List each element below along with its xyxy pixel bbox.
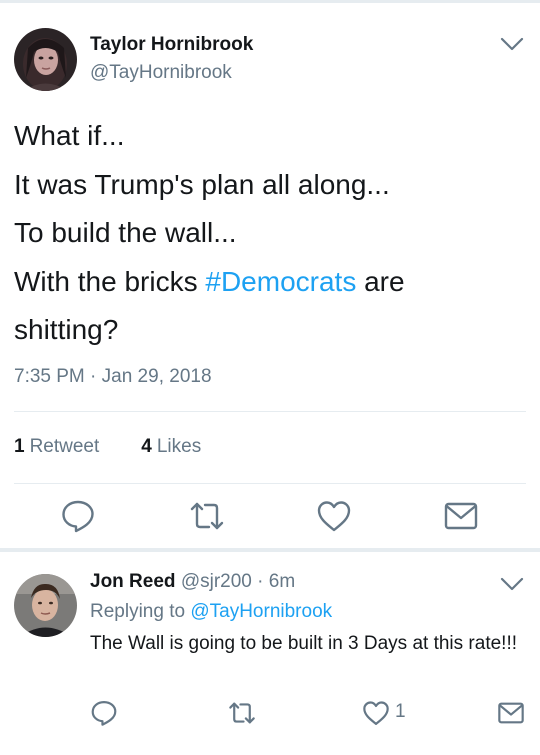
reply-icon[interactable] <box>90 699 118 727</box>
like-label: Likes <box>156 436 202 457</box>
mention-link[interactable]: @TayHornibrook <box>190 601 332 622</box>
tweet-line-segment: With the bricks <box>14 265 206 297</box>
avatar[interactable] <box>14 28 77 91</box>
reply-author-name[interactable]: Jon Reed <box>90 571 176 592</box>
reply-time: · 6m <box>257 571 296 592</box>
tweet-text: What if... It was Trump's plan all along… <box>14 112 524 355</box>
replying-to-prefix: Replying to <box>90 601 191 622</box>
main-tweet: Taylor Hornibrook @TayHornibrook What if… <box>0 0 540 548</box>
tweet-line-segment: are <box>356 265 405 297</box>
thread-separator <box>0 548 540 552</box>
reply-avatar[interactable] <box>14 574 77 637</box>
retweet-stat[interactable]: 1 Retweet <box>14 436 99 458</box>
chevron-down-icon[interactable] <box>499 34 525 54</box>
envelope-icon[interactable] <box>443 498 479 534</box>
like-stat[interactable]: 4 Likes <box>141 436 201 458</box>
retweet-count: 1 <box>14 436 25 457</box>
author-name[interactable]: Taylor Hornibrook <box>90 34 253 56</box>
like-count: 4 <box>141 436 152 457</box>
replying-to: Replying to @TayHornibrook <box>90 601 332 623</box>
chevron-down-icon[interactable] <box>499 574 525 594</box>
tweet-line: It was Trump's plan all along... <box>14 168 390 200</box>
heart-icon[interactable] <box>362 699 390 727</box>
tweet-line: To build the wall... <box>14 217 237 248</box>
reply-icon[interactable] <box>60 498 96 534</box>
hashtag-link[interactable]: #Democrats <box>205 266 356 297</box>
tweet-line: What if... <box>14 120 125 151</box>
envelope-icon[interactable] <box>497 699 525 727</box>
reply-like-count: 1 <box>395 701 406 722</box>
tweet-line: shitting? <box>14 314 119 345</box>
retweet-icon[interactable] <box>228 699 256 727</box>
divider <box>14 483 526 484</box>
heart-icon[interactable] <box>316 498 352 534</box>
reply-text: The Wall is going to be built in 3 Days … <box>90 633 517 654</box>
tweet-line: With the bricks #Democrats are <box>14 258 524 307</box>
retweet-label: Retweet <box>29 436 100 457</box>
divider <box>14 411 526 412</box>
reply-author-handle[interactable]: @sjr200 <box>181 571 252 592</box>
retweet-icon[interactable] <box>189 498 225 534</box>
author-handle[interactable]: @TayHornibrook <box>90 62 232 84</box>
timestamp[interactable]: 7:35 PM · Jan 29, 2018 <box>14 366 212 388</box>
tweet-stats: 1 Retweet 4 Likes <box>14 436 201 458</box>
reply-header: Jon Reed @sjr200 · 6m <box>90 571 295 593</box>
